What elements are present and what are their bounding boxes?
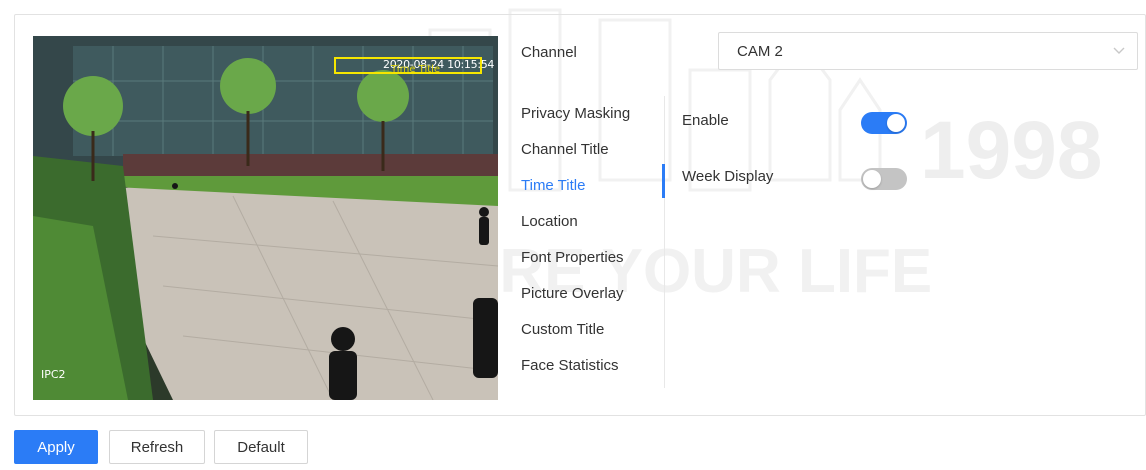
video-preview[interactable]: 2020-08-24 10:15:54 Time Title IPC2: [33, 36, 498, 400]
menu-item-privacy-masking[interactable]: Privacy Masking: [521, 96, 665, 132]
overlay-menu: Privacy Masking Channel Title Time Title…: [521, 96, 665, 384]
refresh-button[interactable]: Refresh: [109, 430, 205, 464]
enable-label: Enable: [682, 112, 729, 129]
menu-item-font-properties[interactable]: Font Properties: [521, 240, 665, 276]
channel-select[interactable]: CAM 2: [718, 32, 1138, 70]
menu-divider: [664, 96, 665, 388]
camera-scene: [33, 36, 498, 400]
enable-toggle[interactable]: [861, 112, 907, 134]
toggle-knob: [863, 170, 881, 188]
menu-item-picture-overlay[interactable]: Picture Overlay: [521, 276, 665, 312]
apply-button[interactable]: Apply: [14, 430, 98, 464]
menu-item-custom-title[interactable]: Custom Title: [521, 312, 665, 348]
channel-label: Channel: [521, 44, 577, 61]
menu-item-channel-title[interactable]: Channel Title: [521, 132, 665, 168]
channel-title-overlay: IPC2: [41, 368, 66, 381]
chevron-down-icon: [1113, 47, 1125, 54]
week-display-toggle[interactable]: [861, 168, 907, 190]
channel-select-value: CAM 2: [737, 43, 783, 60]
menu-item-face-statistics[interactable]: Face Statistics: [521, 348, 665, 384]
menu-item-time-title[interactable]: Time Title: [521, 168, 665, 204]
menu-active-indicator: [662, 164, 665, 198]
time-title-overlay: Time Title: [391, 64, 441, 75]
default-button[interactable]: Default: [214, 430, 308, 464]
toggle-knob: [887, 114, 905, 132]
week-display-label: Week Display: [682, 168, 774, 185]
menu-item-location[interactable]: Location: [521, 204, 665, 240]
